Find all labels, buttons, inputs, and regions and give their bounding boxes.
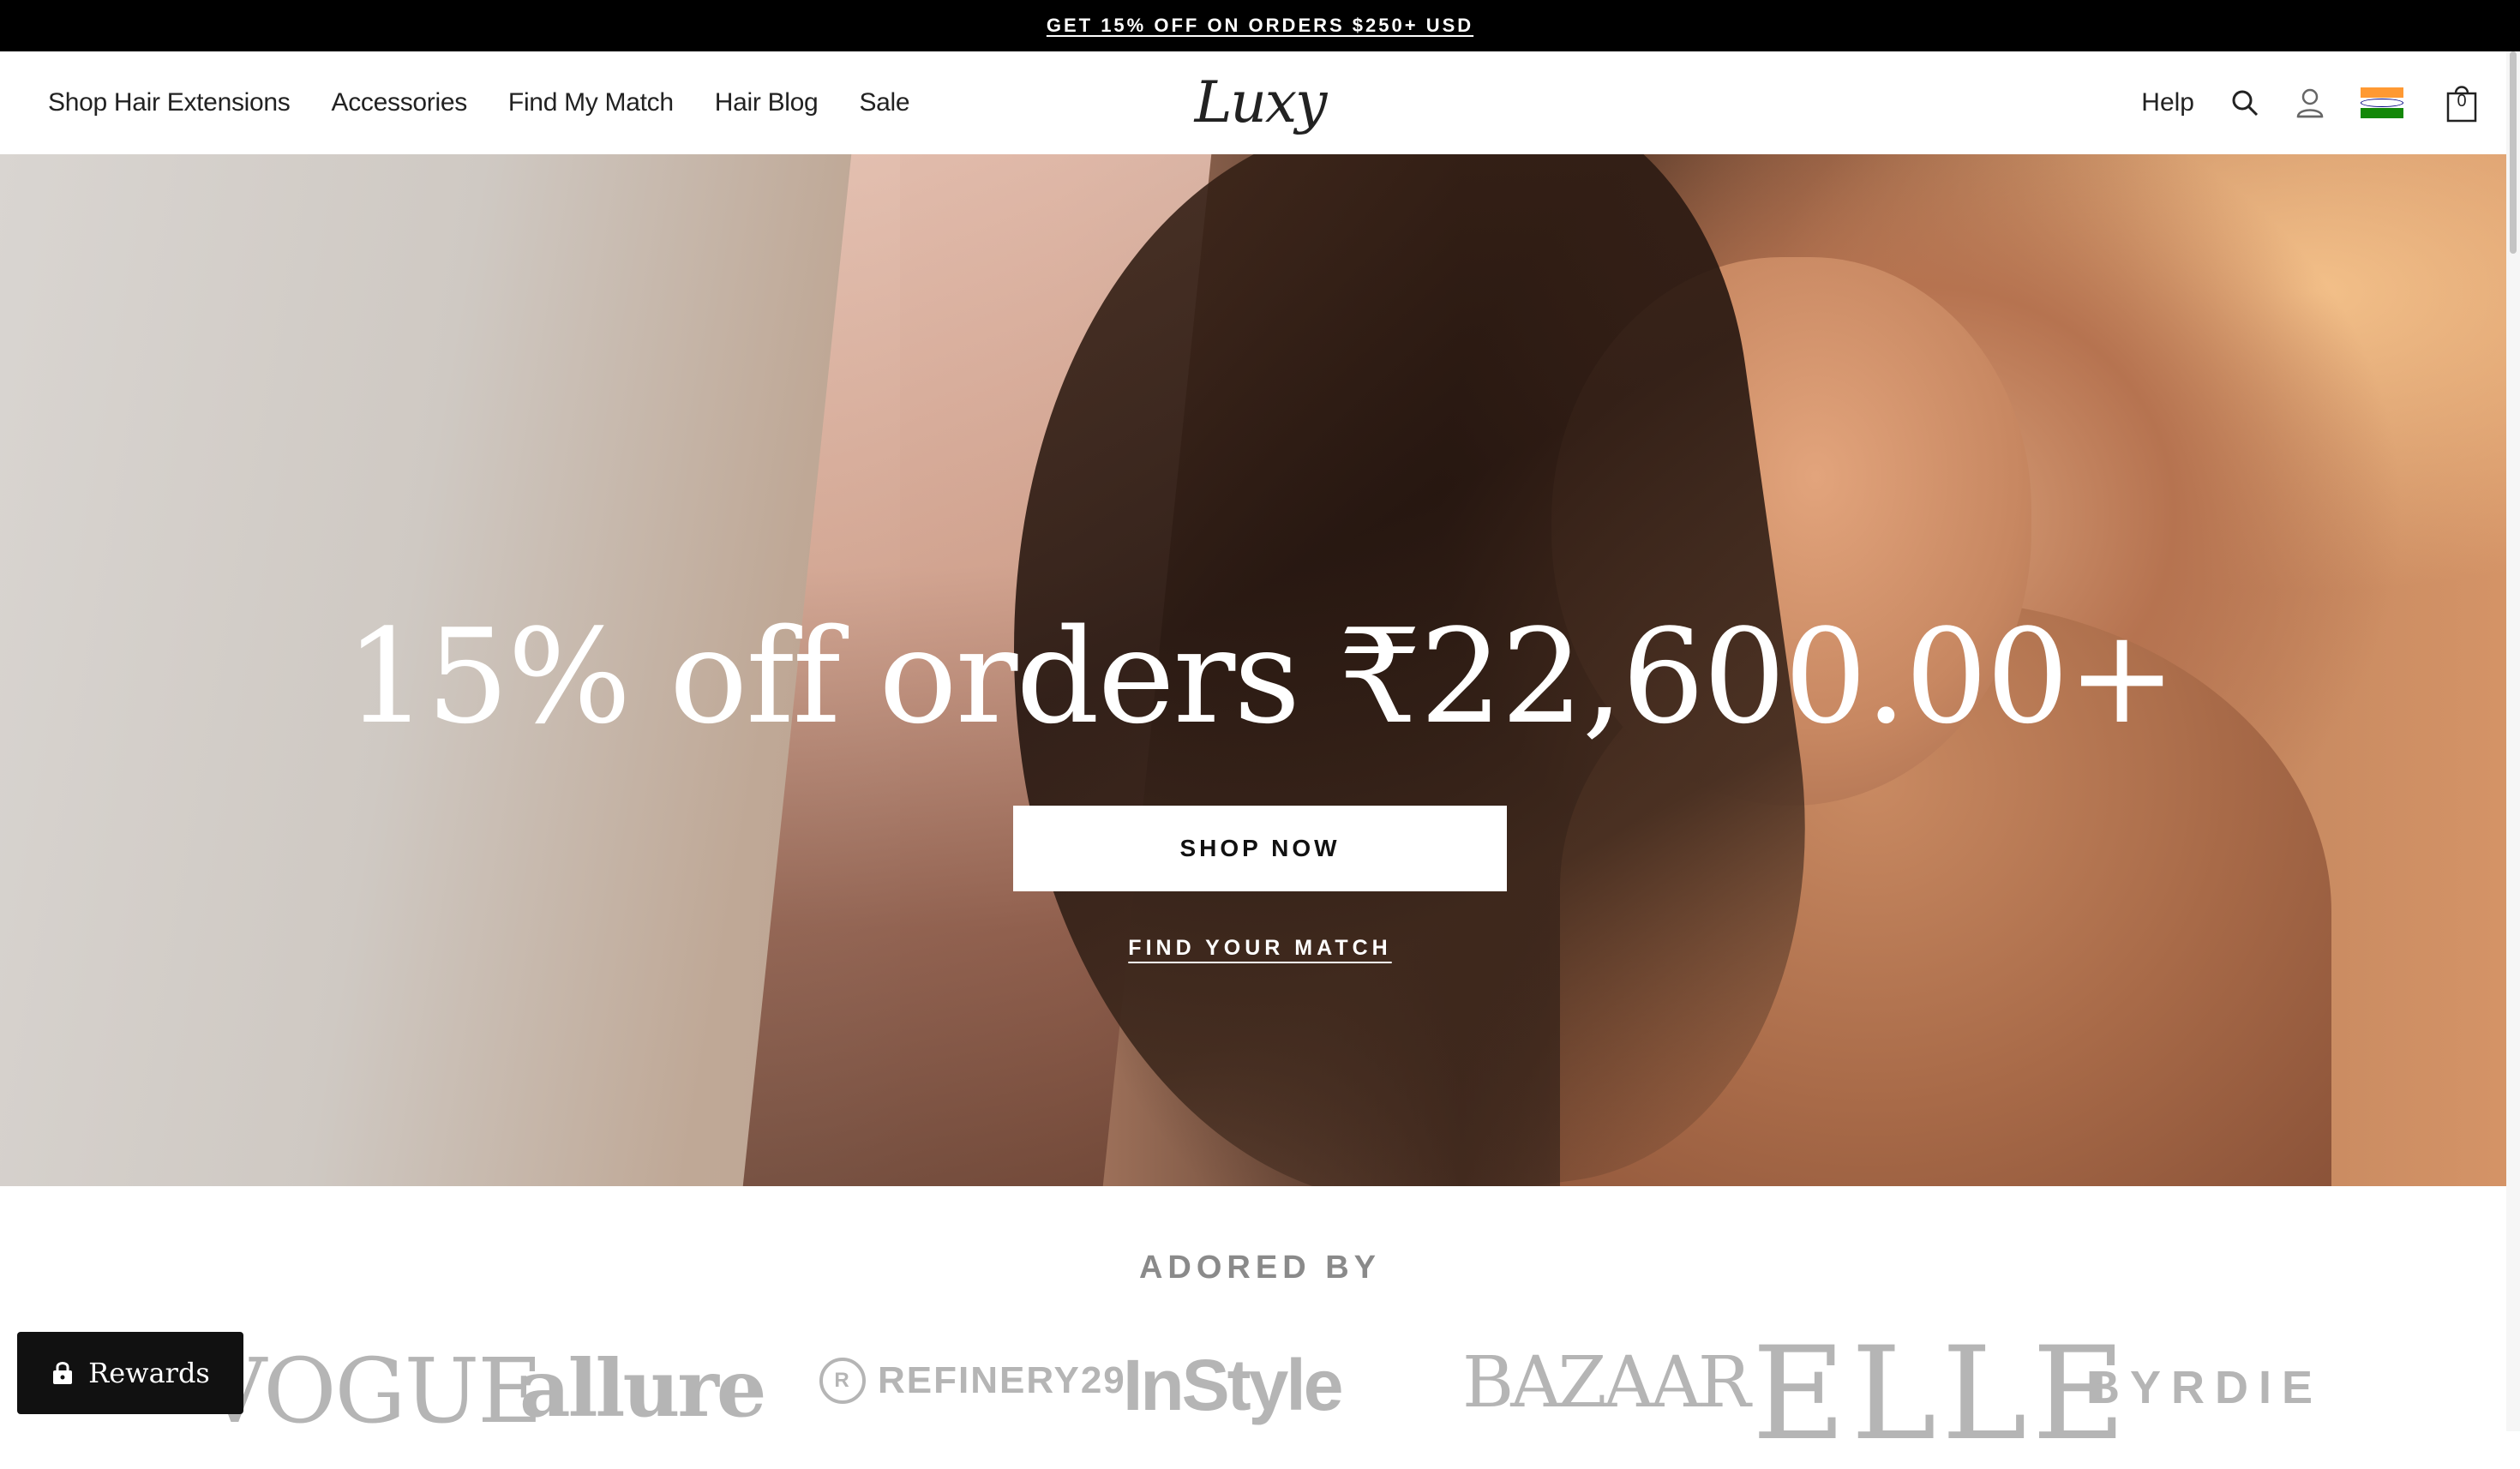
announcement-bar: GET 15% OFF ON ORDERS $250+ USD — [0, 0, 2520, 51]
site-logo[interactable]: Luxy — [1191, 67, 1329, 139]
vogue-logo: VOGUE — [202, 1339, 543, 1443]
nav-item-shop-hair-extensions[interactable]: Shop Hair Extensions — [48, 88, 291, 117]
byrdie-logo: BYRDIE — [2086, 1362, 2324, 1413]
rewards-button[interactable]: Rewards — [17, 1332, 243, 1414]
header-actions: Help 0 — [2141, 51, 2479, 154]
find-your-match-link[interactable]: FIND YOUR MATCH — [0, 936, 2520, 961]
logo-text: Luxy — [1194, 69, 1328, 135]
refinery29-logo: R REFINERY29 — [819, 1358, 1126, 1404]
page-scrollbar[interactable] — [2506, 51, 2520, 1431]
hero-banner: 15% off orders ₹22,600.00+ SHOP NOW FIND… — [0, 154, 2520, 1186]
rewards-label: Rewards — [88, 1357, 210, 1389]
refinery29-badge-icon: R — [819, 1358, 866, 1404]
press-logos: VOGUE allure R REFINERY29 InStyle BAZAAR… — [0, 1320, 2520, 1469]
announcement-link[interactable]: GET 15% OFF ON ORDERS $250+ USD — [1047, 15, 1473, 37]
cart-icon[interactable]: 0 — [2445, 83, 2479, 123]
press-title: ADORED BY — [1138, 1250, 1382, 1286]
allure-logo: allure — [519, 1342, 766, 1435]
nav-item-accessories[interactable]: Accessories — [332, 88, 468, 117]
shop-now-button[interactable]: SHOP NOW — [1013, 806, 1507, 891]
elle-logo: ELLE — [1752, 1320, 2132, 1469]
main-nav: Shop Hair Extensions Accessories Find My… — [48, 51, 910, 154]
scrollbar-thumb[interactable] — [2510, 51, 2517, 254]
search-icon[interactable] — [2230, 88, 2259, 117]
cart-count: 0 — [2457, 92, 2467, 111]
lock-bag-icon — [53, 1362, 73, 1384]
hero-title: 15% off orders ₹22,600.00+ — [345, 601, 2177, 752]
instyle-logo: InStyle — [1123, 1345, 1343, 1425]
nav-item-sale[interactable]: Sale — [859, 88, 909, 117]
nav-item-find-my-match[interactable]: Find My Match — [508, 88, 674, 117]
site-header: Shop Hair Extensions Accessories Find My… — [0, 51, 2520, 155]
help-link[interactable]: Help — [2141, 88, 2194, 117]
india-flag-icon[interactable] — [2361, 87, 2403, 118]
nav-item-hair-blog[interactable]: Hair Blog — [715, 88, 819, 117]
account-icon[interactable] — [2295, 87, 2325, 118]
bazaar-logo: BAZAAR — [1462, 1342, 1751, 1424]
refinery29-text: REFINERY29 — [878, 1359, 1126, 1401]
